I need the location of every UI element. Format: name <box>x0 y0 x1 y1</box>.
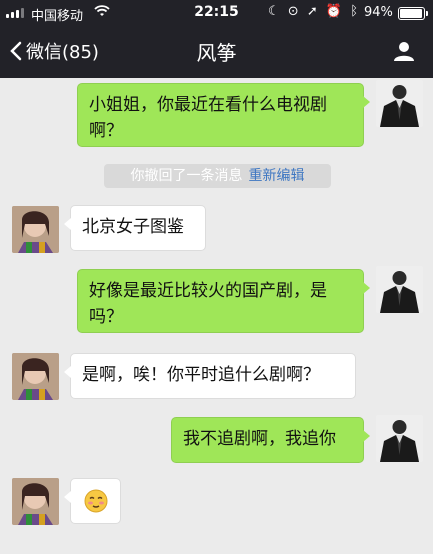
battery-icon <box>398 7 428 20</box>
contact-avatar[interactable] <box>12 353 59 400</box>
message-text: 我不追剧啊，我追你 <box>183 429 336 449</box>
message-bubble-received[interactable]: 是啊，唉！你平时追什么剧啊？ <box>64 353 356 399</box>
status-bar: 中国移动 22:15 ☾ ⊙ ➚ ⏰ ᛒ 94% <box>0 0 433 26</box>
contact-profile-icon[interactable] <box>393 40 415 62</box>
message-text: 北京女子图鉴 <box>82 217 184 237</box>
message-text: 好像是最近比较火的国产剧，是吗？ <box>89 281 327 327</box>
message-bubble-received[interactable]: 北京女子图鉴 <box>64 205 206 251</box>
blushing-face-icon <box>84 489 108 513</box>
nav-bar: 微信(85) 风筝 <box>0 26 433 78</box>
status-icons: ☾ ⊙ ➚ ⏰ ᛒ <box>268 4 360 19</box>
message-bubble-received[interactable] <box>64 478 121 524</box>
bluetooth-icon: ᛒ <box>350 4 361 19</box>
recall-notice: 你撤回了一条消息 重新编辑 <box>104 164 331 188</box>
alarm-icon: ⏰ <box>325 4 345 19</box>
re-edit-link[interactable]: 重新编辑 <box>249 168 305 184</box>
rotation-lock-icon: ⊙ <box>287 4 301 19</box>
message-bubble-sent[interactable]: 好像是最近比较火的国产剧，是吗？ <box>77 269 370 333</box>
contact-avatar[interactable] <box>12 478 59 525</box>
my-avatar[interactable] <box>376 266 423 313</box>
do-not-disturb-icon: ☾ <box>268 4 282 19</box>
chat-title: 风筝 <box>196 41 237 65</box>
contact-avatar[interactable] <box>12 206 59 253</box>
my-avatar[interactable] <box>376 80 423 127</box>
message-bubble-sent[interactable]: 我不追剧啊，我追你 <box>171 417 370 463</box>
message-text: 小姐姐，你最近在看什么电视剧啊？ <box>89 95 327 141</box>
location-icon: ➚ <box>306 4 320 19</box>
top-bar: 中国移动 22:15 ☾ ⊙ ➚ ⏰ ᛒ 94% 微信(85) 风筝 <box>0 0 433 78</box>
my-avatar[interactable] <box>376 415 423 462</box>
battery-percent: 94% <box>364 5 393 20</box>
message-text: 是啊，唉！你平时追什么剧啊？ <box>82 365 320 385</box>
recall-text: 你撤回了一条消息 <box>130 168 243 184</box>
message-bubble-sent[interactable]: 小姐姐，你最近在看什么电视剧啊？ <box>77 83 370 147</box>
